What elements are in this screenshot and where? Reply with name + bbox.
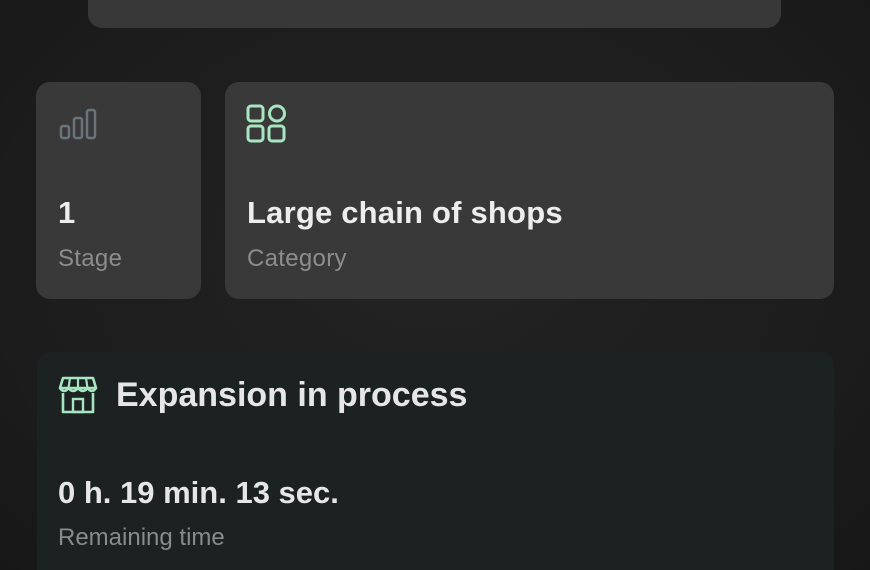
signal-bars-icon (58, 104, 102, 144)
app-screen: 1 Stage Large chain of shops Category Ex… (0, 0, 870, 570)
store-icon (58, 374, 98, 416)
category-value: Large chain of shops (247, 195, 563, 230)
category-label: Category (247, 245, 347, 272)
stage-value: 1 (58, 195, 76, 230)
top-card (88, 0, 781, 28)
expansion-title: Expansion in process (116, 376, 468, 414)
grid-icon (246, 104, 290, 144)
expansion-card: Expansion in process 0 h. 19 min. 13 sec… (37, 352, 834, 570)
remaining-time-label: Remaining time (58, 524, 225, 551)
stage-label: Stage (58, 245, 123, 272)
category-card: Large chain of shops Category (225, 82, 834, 299)
remaining-time-value: 0 h. 19 min. 13 sec. (58, 475, 339, 510)
stage-card: 1 Stage (36, 82, 201, 299)
